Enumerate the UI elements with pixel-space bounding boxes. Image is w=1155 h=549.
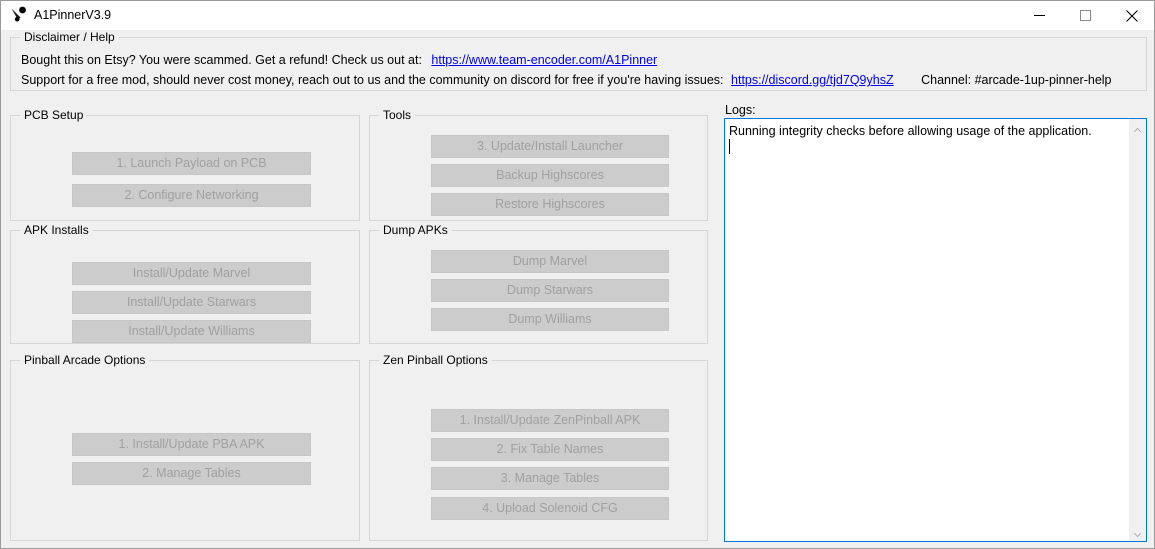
pcb-setup-group: PCB Setup 1. Launch Payload on PCB 2. Co… bbox=[10, 108, 360, 221]
install-update-starwars-button[interactable]: Install/Update Starwars bbox=[72, 291, 311, 314]
install-update-zenpinball-apk-button[interactable]: 1. Install/Update ZenPinball APK bbox=[431, 409, 669, 432]
pcb-setup-legend: PCB Setup bbox=[20, 108, 88, 122]
dump-apks-group: Dump APKs Dump Marvel Dump Starwars Dump… bbox=[369, 223, 708, 344]
team-encoder-link[interactable]: https://www.team-encoder.com/A1Pinner bbox=[431, 53, 657, 67]
scroll-up-icon[interactable] bbox=[1129, 119, 1146, 136]
logs-textarea[interactable]: Running integrity checks before allowing… bbox=[724, 118, 1147, 542]
title-bar: A1PinnerV3.9 bbox=[1, 1, 1154, 30]
apk-installs-legend: APK Installs bbox=[20, 223, 93, 237]
manage-tables-pba-button[interactable]: 2. Manage Tables bbox=[72, 462, 311, 485]
install-update-pba-apk-button[interactable]: 1. Install/Update PBA APK bbox=[72, 433, 311, 456]
discord-link[interactable]: https://discord.gg/tjd7Q9yhsZ bbox=[731, 73, 894, 87]
scrollbar-track[interactable] bbox=[1129, 136, 1146, 524]
pinball-arcade-options-group: Pinball Arcade Options 1. Install/Update… bbox=[10, 353, 360, 541]
disclaimer-line-2: Support for a free mod, should never cos… bbox=[21, 73, 1112, 88]
backup-highscores-button[interactable]: Backup Highscores bbox=[431, 164, 669, 187]
disclaimer-group: Disclaimer / Help Bought this on Etsy? Y… bbox=[10, 30, 1147, 91]
disclaimer-line-1: Bought this on Etsy? You were scammed. G… bbox=[21, 53, 657, 68]
logs-scrollbar[interactable] bbox=[1129, 119, 1146, 541]
zen-pinball-options-group: Zen Pinball Options 1. Install/Update Ze… bbox=[369, 353, 708, 541]
disclaimer-line-1-text: Bought this on Etsy? You were scammed. G… bbox=[21, 53, 422, 67]
upload-solenoid-cfg-button[interactable]: 4. Upload Solenoid CFG bbox=[431, 497, 669, 520]
update-install-launcher-button[interactable]: 3. Update/Install Launcher bbox=[431, 135, 669, 158]
scroll-down-icon[interactable] bbox=[1129, 524, 1146, 541]
maximize-icon[interactable] bbox=[1063, 1, 1108, 30]
dump-williams-button[interactable]: Dump Williams bbox=[431, 308, 669, 331]
window-title: A1PinnerV3.9 bbox=[34, 8, 112, 22]
dump-starwars-button[interactable]: Dump Starwars bbox=[431, 279, 669, 302]
pinball-arcade-options-legend: Pinball Arcade Options bbox=[20, 353, 150, 367]
install-update-marvel-button[interactable]: Install/Update Marvel bbox=[72, 262, 311, 285]
close-icon[interactable] bbox=[1109, 1, 1154, 30]
launch-payload-on-pcb-button[interactable]: 1. Launch Payload on PCB bbox=[72, 152, 311, 175]
dump-marvel-button[interactable]: Dump Marvel bbox=[431, 250, 669, 273]
disclaimer-legend: Disclaimer / Help bbox=[20, 30, 119, 44]
zen-pinball-options-legend: Zen Pinball Options bbox=[379, 353, 492, 367]
apk-installs-group: APK Installs Install/Update Marvel Insta… bbox=[10, 223, 360, 344]
disclaimer-line-2-text: Support for a free mod, should never cos… bbox=[21, 73, 724, 87]
minimize-icon[interactable] bbox=[1017, 1, 1062, 30]
restore-highscores-button[interactable]: Restore Highscores bbox=[431, 193, 669, 216]
tools-group: Tools 3. Update/Install Launcher Backup … bbox=[369, 108, 708, 221]
dump-apks-legend: Dump APKs bbox=[379, 223, 452, 237]
logs-label: Logs: bbox=[725, 103, 756, 117]
text-caret bbox=[729, 139, 730, 154]
logs-text: Running integrity checks before allowing… bbox=[729, 124, 1092, 138]
configure-networking-button[interactable]: 2. Configure Networking bbox=[72, 184, 311, 207]
application-window: A1PinnerV3.9 Disclaimer / Help Bought th… bbox=[0, 0, 1155, 549]
manage-tables-zen-button[interactable]: 3. Manage Tables bbox=[431, 467, 669, 490]
discord-channel-text: Channel: #arcade-1up-pinner-help bbox=[921, 73, 1112, 87]
install-update-williams-button[interactable]: Install/Update Williams bbox=[72, 320, 311, 343]
fix-table-names-button[interactable]: 2. Fix Table Names bbox=[431, 438, 669, 461]
tools-legend: Tools bbox=[379, 108, 416, 122]
pinball-icon bbox=[9, 6, 29, 24]
